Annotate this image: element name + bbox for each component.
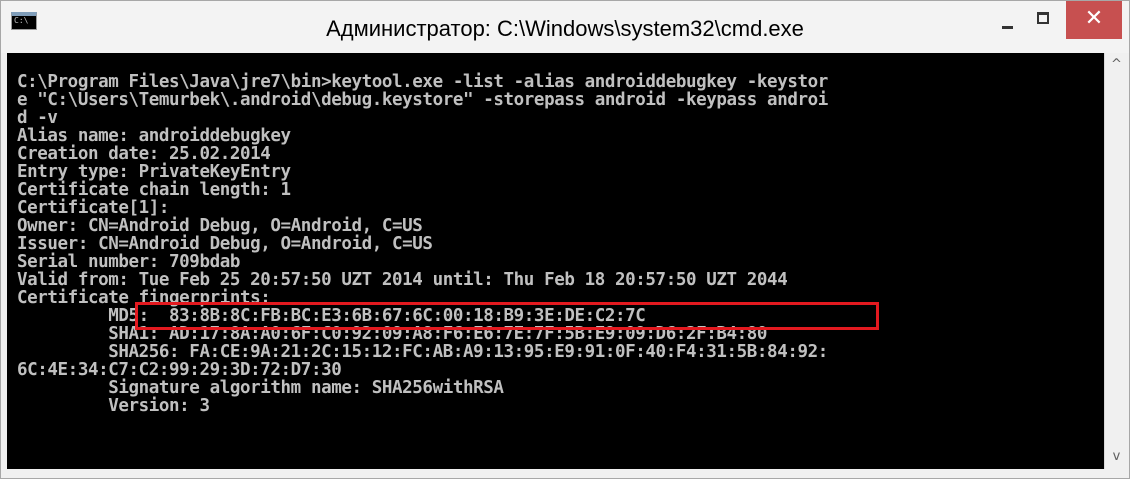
scroll-down-icon[interactable]: v [1105, 447, 1128, 469]
maximize-button[interactable] [1025, 1, 1061, 39]
close-icon: ✕ [1084, 6, 1104, 31]
console-line: Entry type: PrivateKeyEntry [17, 162, 291, 182]
vertical-scrollbar[interactable]: ^ v [1104, 53, 1128, 469]
scroll-up-icon[interactable]: ^ [1105, 53, 1128, 75]
console-line: Creation date: 25.02.2014 [17, 144, 271, 164]
console-line: Alias name: androiddebugkey [17, 126, 291, 146]
console-line: Certificate chain length: 1 [17, 180, 291, 200]
cmd-window: C:\ Администратор: C:\Windows\system32\c… [0, 0, 1130, 479]
window-title: Администратор: C:\Windows\system32\cmd.e… [326, 16, 804, 41]
console-output[interactable]: C:\Program Files\Java\jre7\bin>keytool.e… [7, 53, 1104, 469]
window-bottom-border [1, 469, 1129, 478]
md5-highlight-box [135, 302, 879, 330]
console-line: e "C:\Users\Temurbek\.android\debug.keys… [17, 90, 828, 110]
console-line: Owner: CN=Android Debug, O=Android, C=US [17, 216, 423, 236]
close-button[interactable]: ✕ [1066, 1, 1122, 39]
maximize-icon [1037, 12, 1049, 24]
console-line: Serial number: 709bdab [17, 252, 240, 272]
console-line: C:\Program Files\Java\jre7\bin>keytool.e… [17, 72, 828, 92]
console-line: Signature algorithm name: SHA256withRSA [17, 378, 504, 398]
minimize-icon [1002, 26, 1013, 29]
console-line: Certificate[1]: [17, 198, 170, 218]
console-line: Version: 3 [17, 396, 210, 416]
console-line: 6C:4E:34:C7:C2:99:29:3D:72:D7:30 [17, 360, 342, 380]
minimize-button[interactable] [989, 1, 1025, 39]
sha256-fingerprint-line: SHA256: FA:CE:9A:21:2C:15:12:FC:AB:A9:13… [17, 342, 828, 362]
title-bar[interactable]: C:\ Администратор: C:\Windows\system32\c… [1, 1, 1129, 53]
console-line: d -v [17, 108, 58, 128]
console-line: Issuer: CN=Android Debug, O=Android, C=U… [17, 234, 433, 254]
console-line: Valid from: Tue Feb 25 20:57:50 UZT 2014… [17, 270, 788, 290]
